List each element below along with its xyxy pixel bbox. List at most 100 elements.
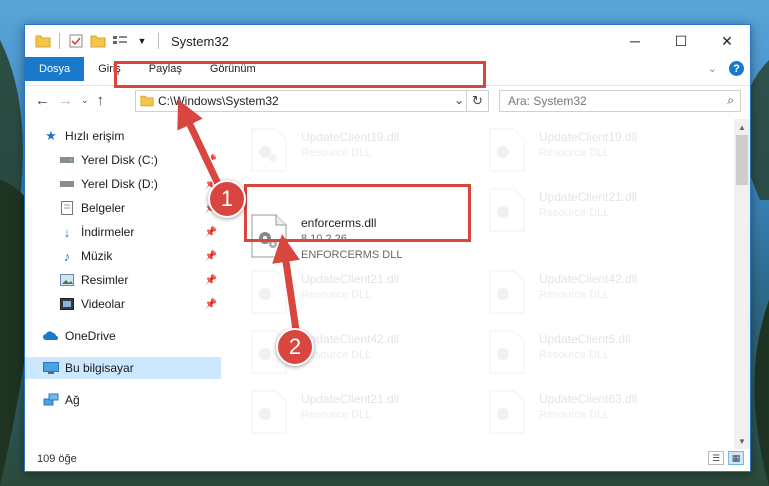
sidebar-item-network[interactable]: Ağ [25,389,221,411]
file-tile[interactable]: UpdateClient5.dll Resource DLL [481,327,717,381]
vertical-scrollbar[interactable]: ▲ ▼ [734,119,750,449]
back-icon[interactable]: ← [35,92,50,109]
file-description: Resource DLL [301,147,372,159]
pin-icon[interactable]: 📌 [205,227,217,238]
file-name: UpdateClient5.dll [539,332,631,346]
pictures-icon [59,272,75,288]
dll-file-icon [489,188,529,236]
properties-icon[interactable] [68,33,84,49]
pin-icon[interactable]: 📌 [205,155,217,166]
folder-icon [140,94,154,110]
sidebar-item-label: Videolar [81,297,125,311]
scroll-up-icon[interactable]: ▲ [734,119,750,135]
sidebar-item-onedrive[interactable]: OneDrive [25,325,221,347]
file-tile[interactable]: UpdateClient21.dll Resource DLL [243,387,479,441]
folder-icon [35,33,51,49]
pin-icon[interactable]: 📌 [205,275,217,286]
file-name: UpdateClient21.dll [301,392,400,406]
file-description: ENFORCERMS DLL [301,249,403,261]
file-tile[interactable]: UpdateClient63.dll Resource DLL [481,387,717,441]
file-tile[interactable]: UpdateClient21.dll Resource DLL [481,185,717,239]
search-input[interactable]: Ara: System32 ⌕ [499,90,741,112]
computer-icon [43,360,59,376]
dll-file-icon [489,128,529,176]
sidebar-item-quick-access[interactable]: ★ Hızlı erişim [25,125,221,147]
quick-access-toolbar: ▼ [25,33,161,49]
sidebar-item-label: OneDrive [65,329,116,343]
sidebar-item-this-pc[interactable]: Bu bilgisayar [25,357,221,379]
refresh-icon[interactable]: ↻ [466,91,488,111]
file-description: Resource DLL [539,349,610,361]
file-tile[interactable]: UpdateClient42.dll Resource DLL [481,267,717,321]
address-bar-highlight [114,61,486,88]
pin-icon[interactable]: 📌 [205,299,217,310]
scrollbar-thumb[interactable] [736,135,748,185]
sidebar-item-music[interactable]: ♪ Müzik 📌 [25,245,221,267]
forward-icon[interactable]: → [58,92,73,109]
file-description: Resource DLL [539,207,610,219]
step-badge-1: 1 [208,180,246,218]
file-tile[interactable]: UpdateClient21.dll Resource DLL [243,267,479,321]
close-button[interactable]: ✕ [704,25,750,57]
divider [59,33,60,49]
music-icon: ♪ [63,248,71,264]
star-icon: ★ [45,128,57,143]
sidebar-item-disk-d[interactable]: Yerel Disk (D:) 📌 [25,173,221,195]
file-name: UpdateClient42.dll [539,272,638,286]
sidebar-item-label: Ağ [65,393,80,407]
chevron-down-icon[interactable]: ▼ [134,33,150,49]
sidebar-item-label: Müzik [81,249,113,263]
network-icon [43,392,59,408]
tab-dosya[interactable]: Dosya [25,57,85,81]
file-description: Resource DLL [539,289,610,301]
file-description: Resource DLL [539,147,610,159]
up-icon[interactable]: ↑ [97,92,105,109]
customize-toolbar-icon[interactable] [112,33,128,49]
explorer-window: ▼ System32 ─ ☐ ✕ Dosya Giriş Paylaş Görü… [24,24,751,472]
documents-icon [59,200,75,216]
file-description: Resource DLL [301,289,372,301]
address-bar[interactable]: C:\Windows\System32 ⌄ ↻ [135,90,489,112]
address-path[interactable]: C:\Windows\System32 [158,94,279,108]
dll-file-icon [251,270,291,318]
divider [158,33,159,49]
sidebar-item-videos[interactable]: Videolar 📌 [25,293,221,315]
file-highlight [244,184,471,242]
search-icon[interactable]: ⌕ [727,93,734,108]
status-bar: 109 öğe ☰ ▦ [25,447,750,471]
help-icon[interactable]: ? [729,61,744,76]
drive-icon [59,176,75,192]
videos-icon [59,296,75,312]
minimize-button[interactable]: ─ [612,25,658,57]
drive-icon [59,152,75,168]
details-view-icon[interactable]: ☰ [708,451,724,465]
cloud-icon [43,328,59,344]
file-description: Resource DLL [301,409,372,421]
dll-file-icon [489,390,529,438]
navigation-pane: ★ Hızlı erişim Yerel Disk (C:) 📌 Yerel D… [25,123,221,443]
file-description: Resource DLL [301,349,372,361]
new-folder-icon[interactable] [90,33,106,49]
sidebar-item-downloads[interactable]: ↓ İndirmeler 📌 [25,221,221,243]
file-name: UpdateClient42.dll [301,332,400,346]
file-name: UpdateClient19.dll [301,130,400,144]
file-tile[interactable]: UpdateClient19.dll Resource DLL [243,125,479,179]
downloads-icon: ↓ [63,224,71,240]
dll-file-icon [251,390,291,438]
chevron-down-icon[interactable]: ⌄ [454,93,464,107]
recent-locations-icon[interactable]: ⌄ [81,95,89,106]
maximize-button[interactable]: ☐ [658,25,704,57]
sidebar-item-documents[interactable]: Belgeler 📌 [25,197,221,219]
file-tile[interactable]: UpdateClient19.dll Resource DLL [481,125,717,179]
pin-icon[interactable]: 📌 [205,251,217,262]
sidebar-item-pictures[interactable]: Resimler 📌 [25,269,221,291]
window-title: System32 [171,33,229,49]
dll-file-icon [489,330,529,378]
tiles-view-icon[interactable]: ▦ [728,451,744,465]
sidebar-item-label: Yerel Disk (D:) [81,177,158,191]
sidebar-item-disk-c[interactable]: Yerel Disk (C:) 📌 [25,149,221,171]
navigation-bar: ← → ⌄ ↑ C:\Windows\System32 ⌄ ↻ Ara: Sys… [25,85,750,115]
file-description: Resource DLL [539,409,610,421]
step-badge-2: 2 [276,328,314,366]
expand-ribbon-icon[interactable]: ⌄ [708,62,717,75]
